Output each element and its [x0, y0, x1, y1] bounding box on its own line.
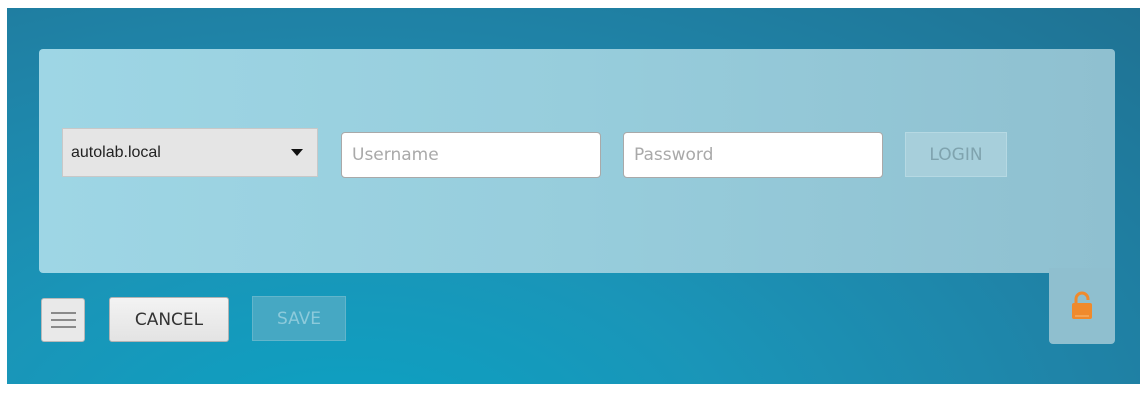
- dropdown-caret-icon: [291, 149, 303, 156]
- domain-select[interactable]: autolab.local: [62, 128, 318, 177]
- save-button-label: SAVE: [276, 308, 322, 329]
- login-button-label: LOGIN: [929, 144, 983, 165]
- domain-select-value: autolab.local: [71, 143, 161, 161]
- menu-line-icon: [51, 312, 76, 314]
- password-input[interactable]: [623, 132, 883, 178]
- login-button[interactable]: LOGIN: [905, 132, 1007, 177]
- login-panel: autolab.local LOGIN: [39, 49, 1115, 273]
- menu-button[interactable]: [41, 298, 85, 342]
- menu-line-icon: [51, 319, 76, 321]
- unlocked-padlock-icon[interactable]: [1071, 290, 1093, 320]
- save-button[interactable]: SAVE: [252, 296, 346, 341]
- menu-line-icon: [51, 326, 76, 328]
- username-input[interactable]: [341, 132, 601, 178]
- app-background: autolab.local LOGIN CANCEL SAVE: [7, 8, 1140, 384]
- cancel-button[interactable]: CANCEL: [109, 297, 229, 342]
- cancel-button-label: CANCEL: [134, 309, 204, 330]
